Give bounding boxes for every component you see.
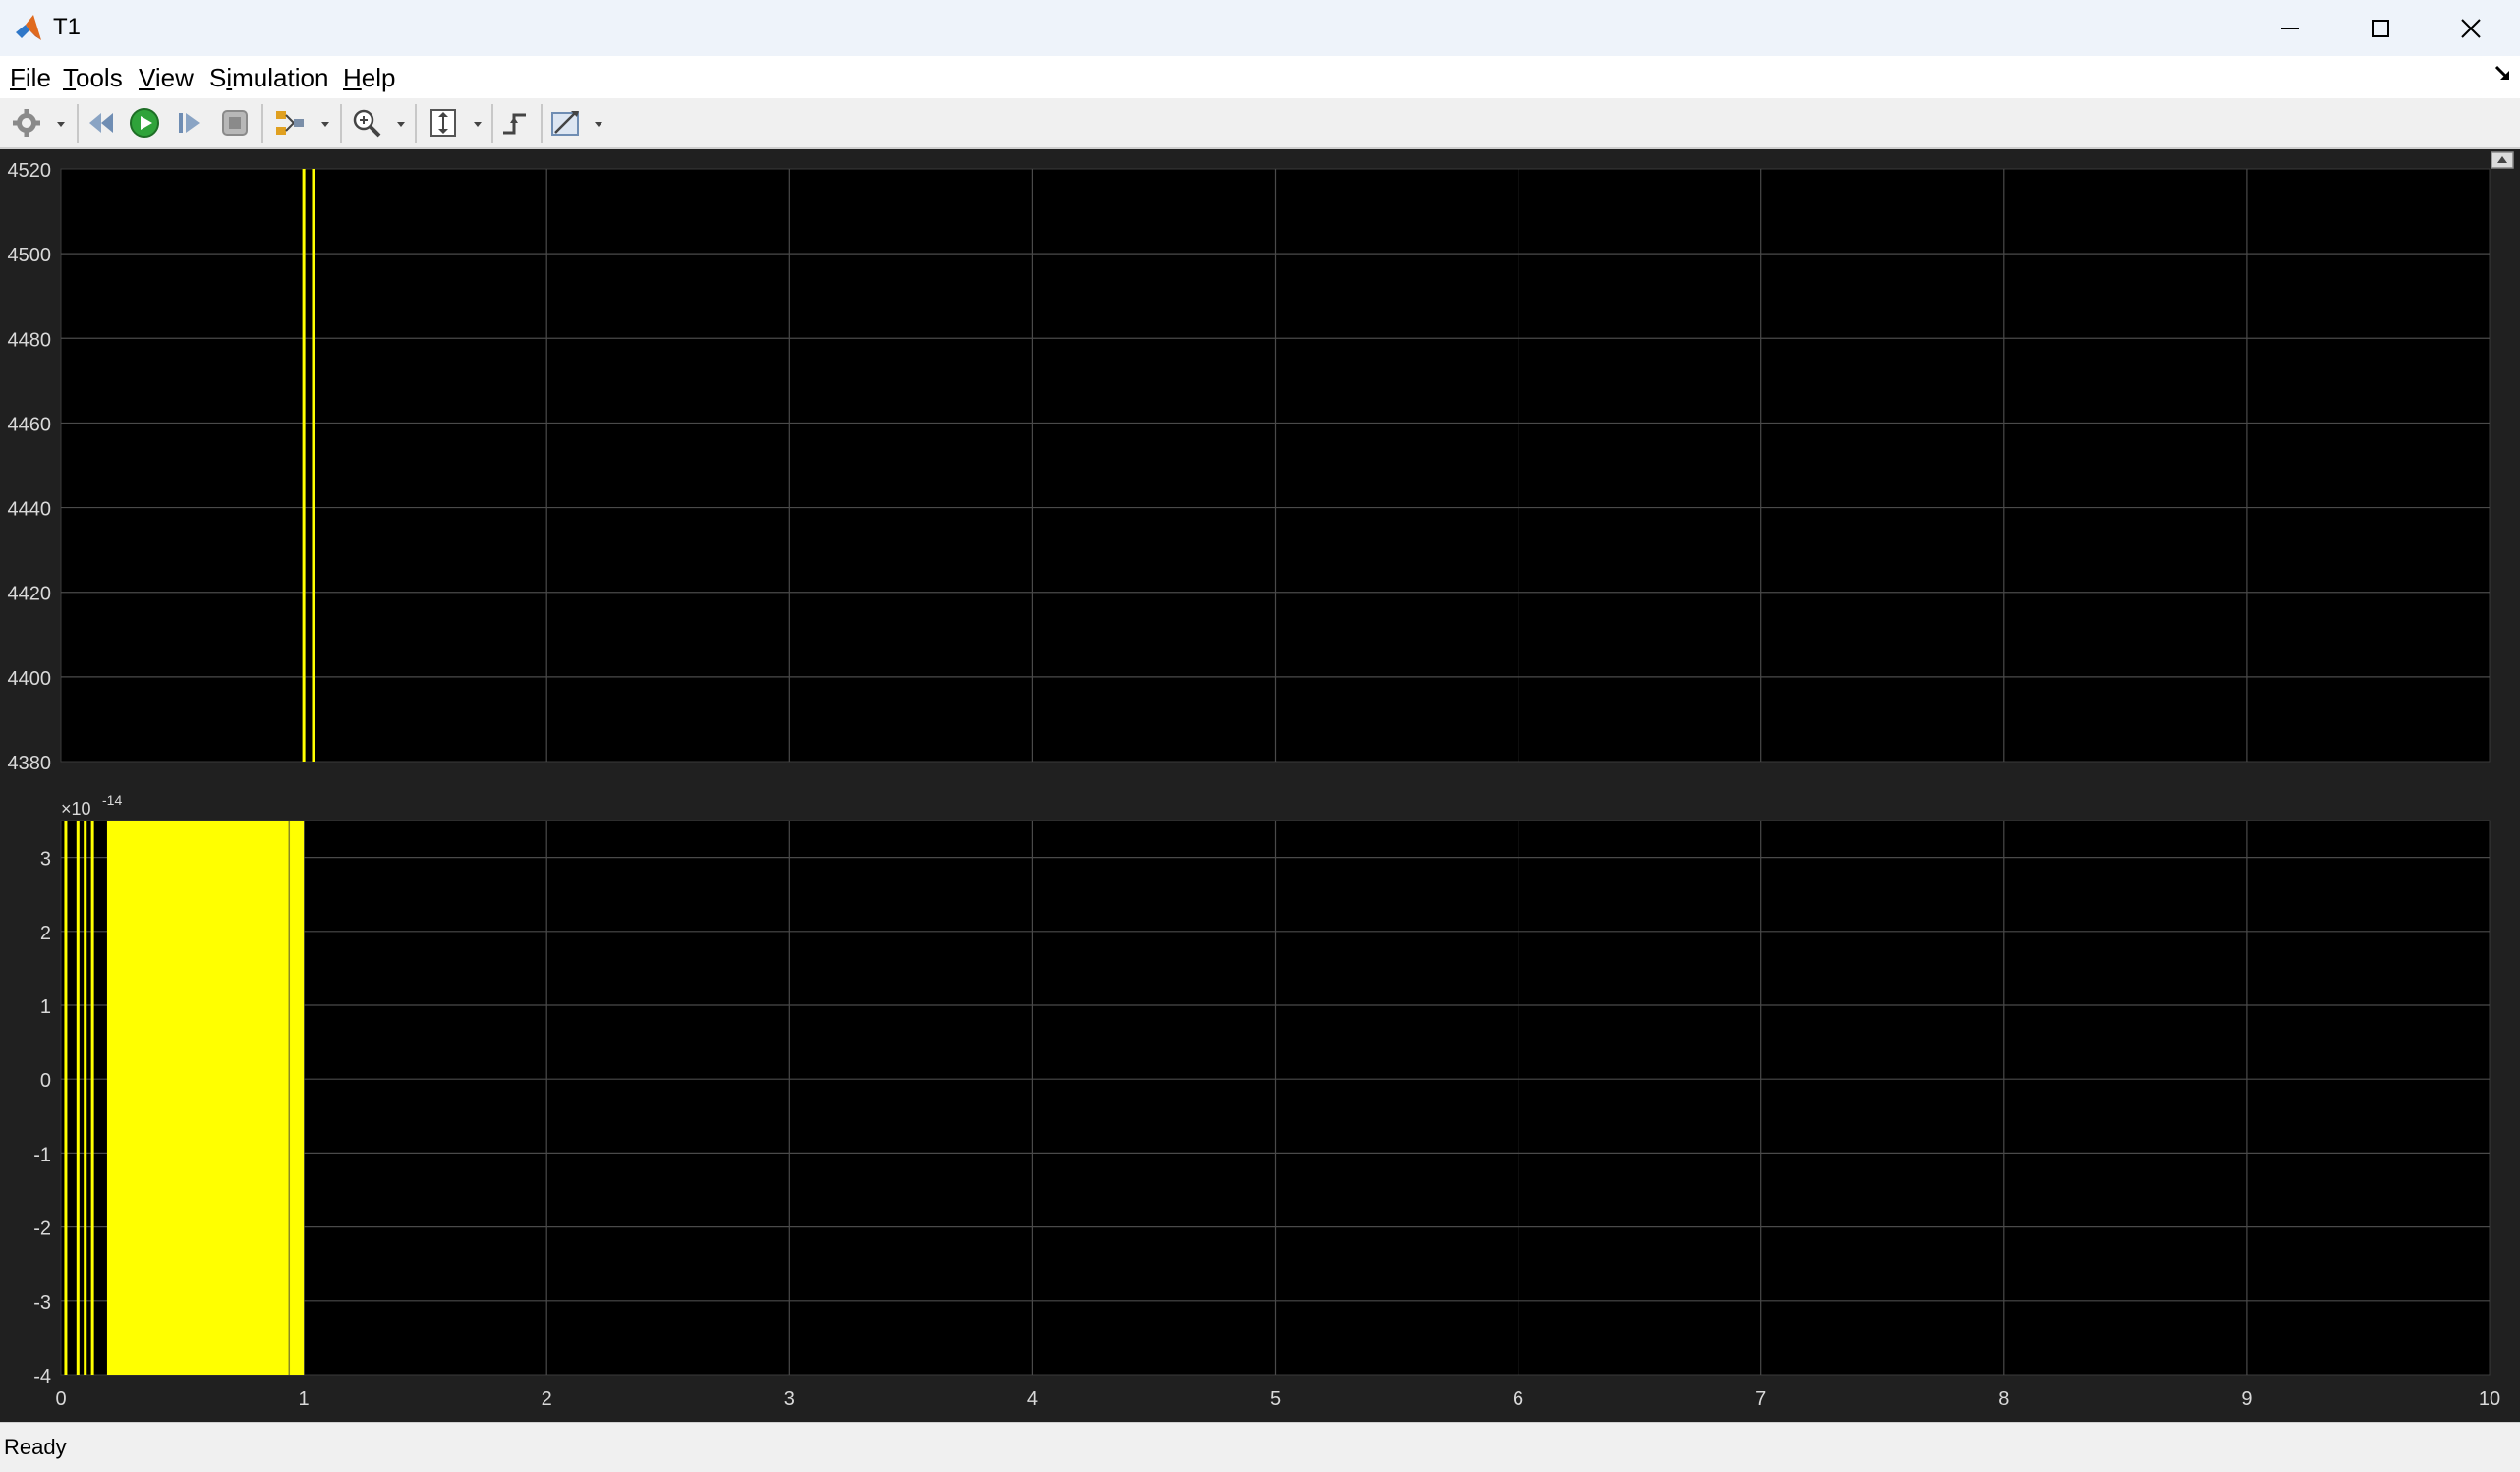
x-tick-label: 10 bbox=[2479, 1388, 2500, 1410]
x-tick-label: 7 bbox=[1755, 1388, 1766, 1410]
y-tick-label: -3 bbox=[33, 1292, 51, 1314]
chevron-down-icon[interactable] bbox=[472, 118, 484, 130]
stop-icon bbox=[222, 110, 248, 136]
x-tick-label: 3 bbox=[784, 1388, 795, 1410]
undock-icon[interactable] bbox=[2490, 150, 2515, 170]
step-forward-button[interactable] bbox=[173, 106, 206, 140]
x-tick-label: 1 bbox=[299, 1388, 310, 1410]
y-tick-label: 4400 bbox=[8, 668, 52, 690]
title-bar: T1 bbox=[0, 0, 2520, 56]
y-tick-label: 2 bbox=[40, 923, 51, 944]
measurements-button[interactable] bbox=[548, 106, 582, 140]
toolbar-separator bbox=[340, 104, 342, 143]
scale-axes-button[interactable] bbox=[427, 106, 460, 140]
signal-selector-button[interactable] bbox=[273, 106, 307, 140]
y-tick-label: -1 bbox=[33, 1144, 51, 1165]
toolbar-separator bbox=[415, 104, 417, 143]
y-tick-label: 1 bbox=[40, 996, 51, 1018]
scope-plot-area: 4520 4500 4480 4460 4440 4420 4400 4380 3 2 1 0 -1 -2… bbox=[0, 149, 2520, 1422]
window-title: T1 bbox=[53, 14, 82, 40]
exponent-value: -14 bbox=[102, 792, 122, 808]
x-tick-label: 2 bbox=[542, 1388, 552, 1410]
y-tick-label: 4380 bbox=[8, 753, 52, 774]
x-tick-label: 4 bbox=[1027, 1388, 1038, 1410]
dock-arrow-icon[interactable] bbox=[2492, 63, 2514, 85]
triggers-button[interactable] bbox=[499, 106, 533, 140]
menu-help[interactable]: Help bbox=[343, 63, 395, 93]
run-button[interactable] bbox=[128, 106, 161, 140]
toolbar-separator bbox=[261, 104, 263, 143]
status-bar: Ready bbox=[0, 1422, 2520, 1472]
chevron-down-icon[interactable] bbox=[593, 118, 604, 130]
close-button[interactable] bbox=[2426, 0, 2516, 56]
toolbar-separator bbox=[491, 104, 493, 143]
y-tick-label: 4420 bbox=[8, 584, 52, 605]
signal-selector-icon bbox=[276, 111, 304, 135]
zoom-in-icon bbox=[353, 109, 381, 138]
stop-button[interactable] bbox=[218, 106, 252, 140]
x-tick-label: 6 bbox=[1513, 1388, 1523, 1410]
step-forward-icon bbox=[179, 113, 200, 133]
chevron-down-icon[interactable] bbox=[395, 118, 407, 130]
x-tick-label: 9 bbox=[2241, 1388, 2252, 1410]
signal-fill bbox=[106, 821, 305, 1375]
menu-view[interactable]: View bbox=[139, 63, 194, 93]
measurements-icon bbox=[551, 111, 579, 136]
step-back-icon bbox=[89, 113, 113, 133]
y-tick-label: 4440 bbox=[8, 499, 52, 521]
x-tick-label: 0 bbox=[55, 1388, 66, 1410]
minimize-button[interactable] bbox=[2245, 0, 2335, 56]
scope-axes-1: 4520 4500 4480 4460 4440 4420 4400 4380 bbox=[8, 160, 2491, 774]
y-tick-label: 4500 bbox=[8, 245, 52, 266]
scale-axes-icon bbox=[430, 109, 456, 137]
triggers-icon bbox=[503, 113, 526, 135]
y-tick-label: 4480 bbox=[8, 329, 52, 351]
close-icon bbox=[2461, 18, 2481, 38]
run-icon bbox=[130, 108, 159, 138]
y-tick-label: -4 bbox=[33, 1366, 51, 1387]
y-tick-label: 4520 bbox=[8, 160, 52, 182]
scope-axes-2: 3210-1-2-3-40 1 2 3 4 5 6 7 8 9 10×10 -14 bbox=[33, 792, 2500, 1410]
maximize-button[interactable] bbox=[2335, 0, 2426, 56]
menu-simulation[interactable]: Simulation bbox=[209, 63, 328, 93]
y-tick-label: 3 bbox=[40, 849, 51, 871]
zoom-button[interactable] bbox=[350, 106, 383, 140]
maximize-icon bbox=[2372, 19, 2389, 37]
x-tick-label: 5 bbox=[1270, 1388, 1281, 1410]
menu-tools[interactable]: Tools bbox=[63, 63, 123, 93]
menu-file[interactable]: File bbox=[10, 63, 51, 93]
chevron-down-icon[interactable] bbox=[319, 118, 331, 130]
scope-plots[interactable]: 452045004480446044404420440043803210-1-2… bbox=[0, 149, 2520, 1422]
status-text: Ready bbox=[4, 1435, 67, 1459]
toolbar-separator bbox=[541, 104, 543, 143]
y-tick-label: 0 bbox=[40, 1070, 51, 1092]
y-tick-label: -2 bbox=[33, 1218, 51, 1240]
matlab-logo-icon bbox=[16, 15, 41, 40]
step-back-button[interactable] bbox=[85, 106, 118, 140]
x-tick-label: 8 bbox=[1998, 1388, 2009, 1410]
y-tick-label: 4460 bbox=[8, 414, 52, 435]
toolbar-separator bbox=[77, 104, 79, 143]
chevron-down-icon[interactable] bbox=[55, 118, 67, 130]
settings-gear-icon bbox=[13, 109, 40, 137]
settings-button[interactable] bbox=[10, 106, 43, 140]
exponent-label: ×10 bbox=[61, 799, 91, 819]
minimize-icon bbox=[2281, 27, 2299, 29]
